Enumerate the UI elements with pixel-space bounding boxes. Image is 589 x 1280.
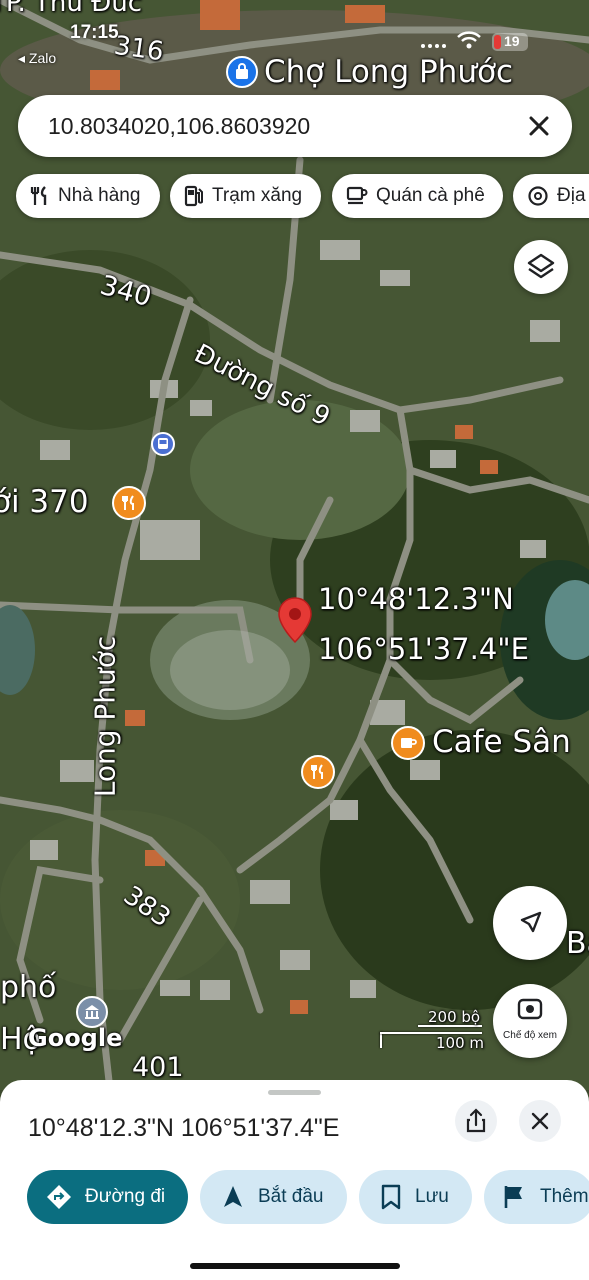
view-mode-label: Chế độ xem (503, 1030, 557, 1041)
close-icon[interactable] (524, 111, 554, 141)
share-button[interactable] (455, 1100, 497, 1142)
road-401-label: 401 (132, 1052, 184, 1083)
layers-icon (527, 253, 555, 279)
share-icon (466, 1108, 486, 1133)
back-app-label: Zalo (28, 50, 57, 66)
pin-icon[interactable] (277, 596, 313, 646)
navigate-arrow-icon (520, 911, 542, 933)
coffee-cup-icon (346, 186, 368, 205)
more-button[interactable]: Thêm (484, 1170, 589, 1224)
sheet-coordinates: 10°48'12.3"N 106°51'37.4"E (28, 1114, 340, 1142)
directions-icon (47, 1185, 71, 1209)
scale-imperial: 200 bộ (428, 1008, 481, 1026)
chip-label: Trạm xăng (212, 185, 303, 206)
google-logo: Google (28, 1024, 123, 1052)
market-label[interactable]: Chợ Long Phước (264, 54, 513, 90)
gas-pump-icon (184, 185, 203, 207)
pin-longitude-label: 106°51'37.4"E (318, 632, 529, 666)
district-label: TP. Thủ Đức (0, 0, 143, 18)
action-label: Lưu (415, 1186, 449, 1207)
start-button[interactable]: Bắt đầu (200, 1170, 347, 1224)
chip-restaurants[interactable]: Nhà hàng (16, 174, 160, 218)
signal-icon (420, 32, 448, 55)
sheet-drag-handle[interactable] (268, 1090, 321, 1095)
wifi-icon (456, 30, 482, 55)
bus-stop-icon[interactable] (151, 432, 175, 456)
restaurant-icon[interactable] (112, 486, 146, 520)
layers-button[interactable] (514, 240, 568, 294)
save-button[interactable]: Lưu (359, 1170, 472, 1224)
fork-knife-icon (30, 186, 47, 205)
pho-label: phố (0, 970, 57, 1005)
camera-view-icon (517, 998, 543, 1020)
cafe-label[interactable]: Cafe Sân (432, 724, 571, 760)
search-input[interactable]: 10.8034020,106.8603920 (48, 113, 310, 140)
map-scale: 200 bộ 100 m (380, 1008, 484, 1052)
battery-level: 19 (504, 33, 520, 49)
close-icon (531, 1112, 549, 1130)
view-mode-button[interactable]: Chế độ xem (493, 984, 567, 1058)
restaurant-icon[interactable] (301, 755, 335, 789)
camera-icon (528, 186, 548, 206)
cafe-icon[interactable] (391, 726, 425, 760)
chip-gas-stations[interactable]: Trạm xăng (170, 174, 321, 218)
flag-icon (504, 1186, 522, 1208)
chip-label: Địa (557, 185, 586, 206)
chip-label: Nhà hàng (58, 185, 141, 206)
pin-latitude-label: 10°48'12.3"N (318, 582, 514, 616)
shopping-bag-icon[interactable] (226, 56, 258, 88)
chip-label: Quán cà phê (376, 185, 485, 206)
battery-icon: 19 (492, 33, 528, 51)
action-label: Bắt đầu (258, 1186, 324, 1207)
my-location-button[interactable] (493, 886, 567, 960)
directions-button[interactable]: Đường đi (27, 1170, 188, 1224)
long-phuoc-street-label: Long Phước (88, 635, 122, 798)
back-to-zalo[interactable]: ◂ Zalo (18, 50, 56, 67)
status-time: 17:15 (70, 22, 119, 43)
action-label: Đường đi (85, 1186, 166, 1207)
ba-label: Ba (566, 926, 589, 961)
place-sheet[interactable]: 10°48'12.3"N 106°51'37.4"E Đường đi Bắt … (0, 1080, 589, 1280)
chip-cafes[interactable]: Quán cà phê (332, 174, 503, 218)
home-indicator[interactable] (190, 1263, 400, 1269)
scale-metric: 100 m (436, 1034, 485, 1052)
bookmark-icon (381, 1184, 401, 1210)
action-label: Thêm (540, 1186, 589, 1207)
close-sheet-button[interactable] (519, 1100, 561, 1142)
search-bar[interactable]: 10.8034020,106.8603920 (18, 95, 572, 157)
chip-attractions[interactable]: Địa (513, 174, 589, 218)
restaurant-370-label[interactable]: ới 370 (0, 484, 89, 520)
navigation-icon (224, 1186, 242, 1207)
